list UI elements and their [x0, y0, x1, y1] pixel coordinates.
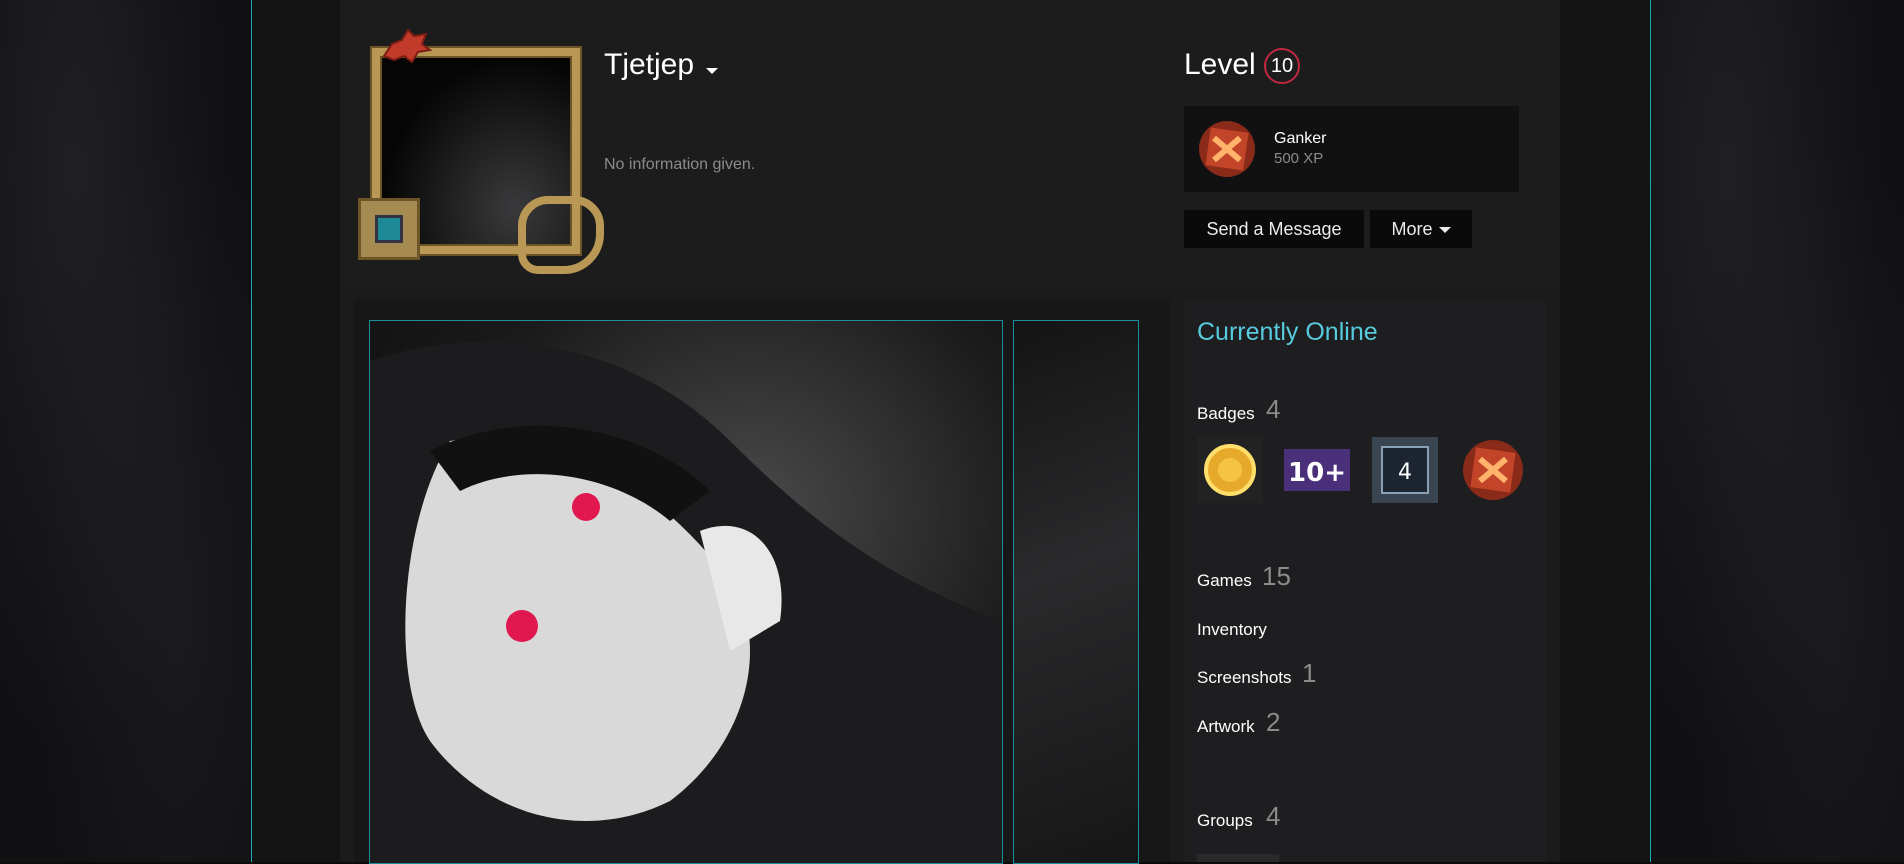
- featured-badge-name: Ganker: [1274, 130, 1327, 147]
- years-service-badge-icon[interactable]: 4: [1372, 437, 1438, 503]
- avatar-frame[interactable]: [358, 26, 604, 274]
- more-button-label: More: [1391, 219, 1433, 239]
- 10-plus-badge-icon[interactable]: 10+: [1284, 437, 1350, 503]
- featured-badge-xp: 500 XP: [1274, 150, 1324, 167]
- online-status: Currently Online: [1197, 318, 1378, 346]
- group-item[interactable]: [1197, 854, 1279, 862]
- badges-count[interactable]: 4: [1266, 394, 1280, 425]
- profile-summary: No information given.: [604, 156, 756, 173]
- background-right: [1651, 0, 1904, 862]
- level-label: Level: [1184, 48, 1256, 81]
- persona-dropdown-icon[interactable]: [706, 68, 718, 74]
- artwork-image: [370, 341, 1002, 863]
- gold-coin-badge-icon[interactable]: [1197, 437, 1263, 503]
- border-line-right: [1650, 0, 1651, 862]
- years-service-badge-text: 4: [1398, 460, 1412, 485]
- artwork-link[interactable]: Artwork: [1197, 717, 1255, 737]
- border-line-left: [251, 0, 252, 862]
- persona-name[interactable]: Tjetjep: [604, 48, 694, 82]
- artwork-count[interactable]: 2: [1266, 707, 1280, 738]
- artwork-showcase-main[interactable]: [369, 320, 1003, 864]
- artwork-showcase-side[interactable]: [1013, 320, 1139, 864]
- more-button[interactable]: More: [1370, 210, 1472, 248]
- groups-link[interactable]: Groups: [1197, 811, 1253, 831]
- serpent-ornament-icon: [518, 196, 604, 274]
- groups-count[interactable]: 4: [1266, 801, 1280, 832]
- send-message-button[interactable]: Send a Message: [1184, 210, 1364, 248]
- screenshots-count[interactable]: 1: [1302, 658, 1316, 689]
- games-link[interactable]: Games: [1197, 571, 1252, 591]
- level-badge[interactable]: 10: [1264, 48, 1300, 84]
- background-left: [0, 0, 251, 862]
- badges-link[interactable]: Badges: [1197, 404, 1255, 424]
- frame-gem-icon: [358, 198, 420, 260]
- chevron-down-icon: [1438, 227, 1451, 234]
- featured-badge[interactable]: Ganker 500 XP: [1184, 106, 1519, 192]
- inventory-link[interactable]: Inventory: [1197, 620, 1267, 640]
- games-count[interactable]: 15: [1262, 561, 1291, 592]
- dota-badge-icon[interactable]: [1460, 437, 1526, 503]
- screenshots-link[interactable]: Screenshots: [1197, 668, 1292, 688]
- dragon-ornament-icon: [382, 28, 432, 64]
- dota-badge-icon: [1199, 121, 1255, 177]
- 10-plus-badge-text: 10+: [1288, 458, 1346, 488]
